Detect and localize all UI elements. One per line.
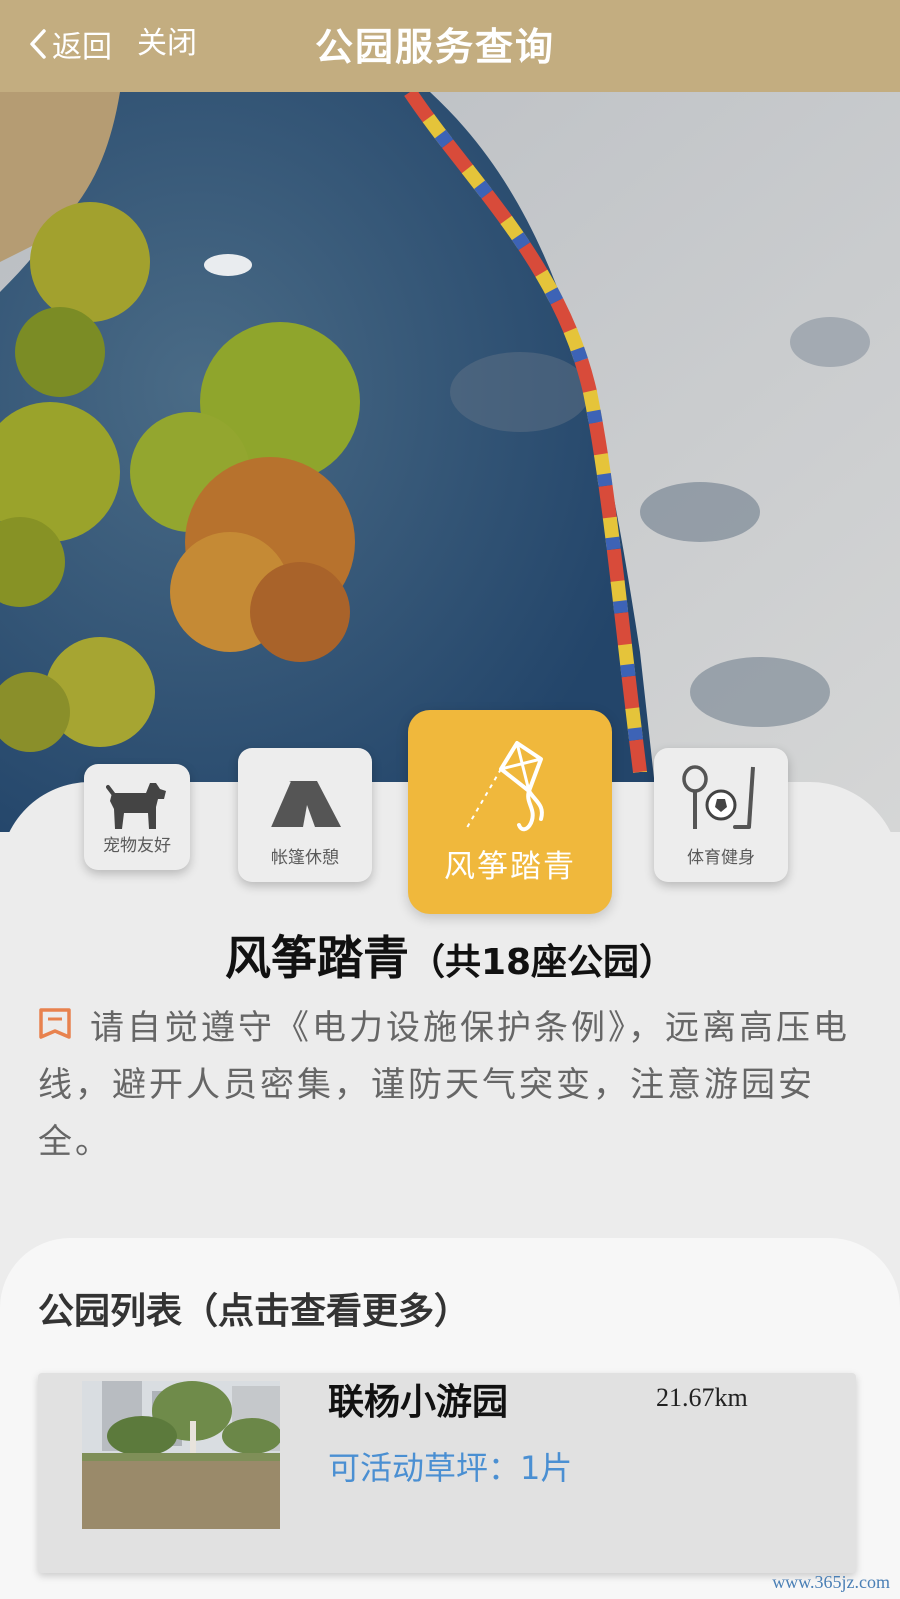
category-pet-friendly[interactable]: 宠物友好 xyxy=(84,764,190,870)
bookmark-icon xyxy=(39,1008,71,1039)
park-list-item[interactable]: 联杨小游园 21.67km 可活动草坪：1片 xyxy=(38,1373,856,1573)
category-sports-fitness[interactable]: 体育健身 xyxy=(654,748,788,882)
category-tent-rest[interactable]: 帐篷休憩 xyxy=(238,748,372,882)
top-navbar: 返回 关闭 公园服务查询 xyxy=(0,0,900,92)
park-count: （共18座公园） xyxy=(408,942,676,983)
section-title: 风筝踏青（共18座公园） xyxy=(0,922,900,988)
park-thumbnail xyxy=(82,1381,280,1529)
kite-icon xyxy=(464,741,544,832)
category-label: 体育健身 xyxy=(687,848,755,868)
section-title-text: 风筝踏青 xyxy=(224,931,409,985)
park-lawn-count: 可活动草坪：1片 xyxy=(328,1449,573,1487)
sports-icon xyxy=(682,765,755,829)
category-kite-outing[interactable]: 风筝踏青 xyxy=(408,710,612,914)
safety-notice: 请自觉遵守《电力设施保护条例》，远离高压电线，避开人员密集，谨防天气突变，注意游… xyxy=(38,1000,858,1171)
tent-icon xyxy=(267,780,341,828)
category-label: 风筝踏青 xyxy=(444,849,576,885)
park-distance: 21.67km xyxy=(656,1383,748,1412)
category-label: 宠物友好 xyxy=(103,836,171,856)
dog-icon xyxy=(106,783,166,829)
watermark: www.365jz.com xyxy=(772,1572,890,1592)
page-title: 公园服务查询 xyxy=(314,25,555,69)
park-list-title[interactable]: 公园列表（点击查看更多） xyxy=(38,1282,470,1334)
park-name: 联杨小游园 xyxy=(328,1382,509,1423)
notice-text: 请自觉遵守《电力设施保护条例》，远离高压电线，避开人员密集，谨防天气突变，注意游… xyxy=(38,1008,850,1162)
category-label: 帐篷休憩 xyxy=(271,848,339,868)
